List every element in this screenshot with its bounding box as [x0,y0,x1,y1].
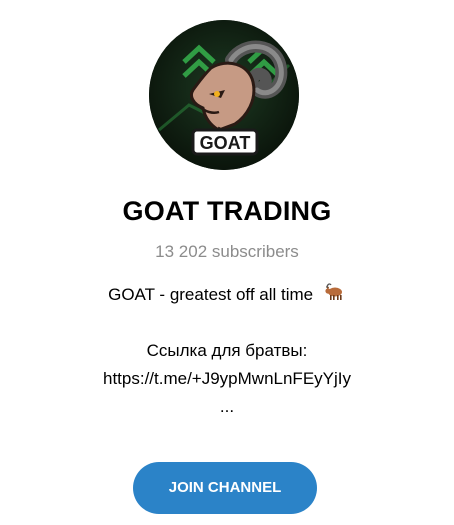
description-line-1: GOAT - greatest off all time [0,281,454,309]
description-link[interactable]: https://t.me/+J9ypMwnLnFEyYjIy [0,365,454,393]
description-text-1: GOAT - greatest off all time [108,285,314,304]
goat-emoji-icon [324,281,346,310]
goat-logo-icon: GOAT [149,20,299,170]
channel-card: GOAT GOAT TRADING 13 202 subscribers GOA… [0,0,454,525]
avatar-logo-text: GOAT [200,133,251,153]
subscriber-count: 13 202 subscribers [155,242,299,261]
description-line-2: Ссылка для братвы: [146,341,308,360]
join-channel-button[interactable]: JOIN CHANNEL [133,462,317,514]
channel-title: GOAT TRADING [122,196,332,226]
channel-description: GOAT - greatest off all time Ссылка для … [0,281,454,421]
channel-avatar: GOAT [149,20,299,170]
description-more[interactable]: ... [0,393,454,421]
